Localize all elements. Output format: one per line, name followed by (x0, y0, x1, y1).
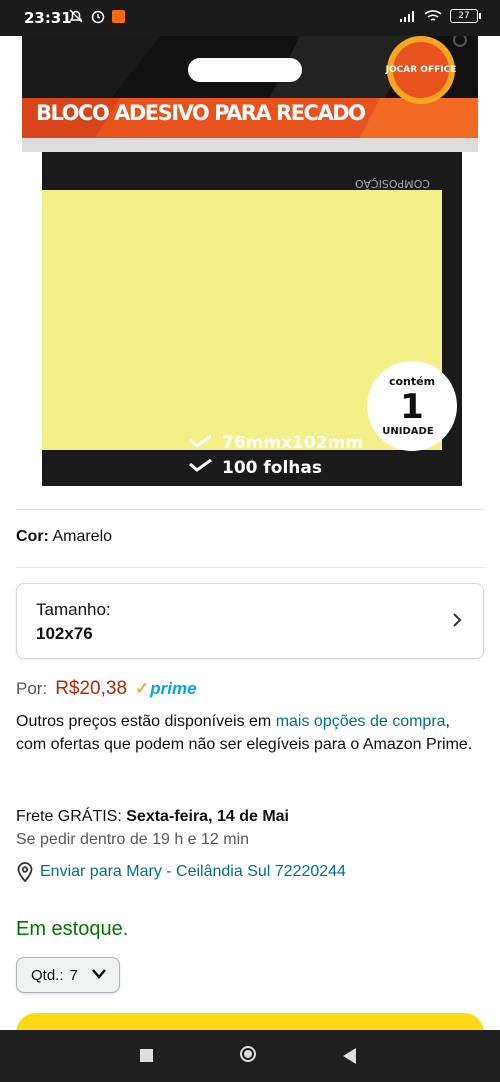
chevron-right-icon (453, 613, 462, 627)
more-buying-options-link[interactable]: mais opções de compra (276, 713, 446, 730)
size-value: 102x76 (36, 624, 93, 643)
size-selector[interactable]: Tamanho: 102x76 (16, 583, 484, 659)
color-label: Cor: (16, 528, 49, 545)
divider (16, 567, 484, 568)
delivery-date: Sexta-feira, 14 de Mai (126, 808, 289, 825)
location-pin-icon (17, 862, 33, 882)
color-row: Cor: Amarelo (16, 528, 112, 546)
price-label: Por: (16, 679, 48, 698)
brand-logo-text: JOCAR OFFICE (385, 65, 457, 75)
ship-to-link[interactable]: Enviar para Mary - Ceilândia Sul 7222024… (16, 862, 346, 882)
stock-status: Em estoque. (16, 918, 129, 940)
other-offers-text: Outros preços estão disponíveis em mais … (16, 713, 473, 753)
delivery-info: Frete GRÁTIS: Sexta-feira, 14 de Mai Se … (16, 805, 289, 851)
recents-button[interactable] (140, 1049, 153, 1062)
home-button[interactable] (240, 1046, 256, 1062)
badge-number: 1 (400, 387, 424, 427)
alarm-icon (91, 10, 105, 24)
prime-check-icon: ✓ (135, 679, 150, 698)
wifi-icon (424, 9, 442, 21)
battery-icon: 27 (450, 9, 481, 23)
divider (16, 509, 484, 510)
app-notification-icon (112, 9, 125, 23)
color-value: Amarelo (52, 528, 113, 545)
free-shipping-label: Frete GRÁTIS: (16, 808, 127, 825)
prime-badge: ✓ prime (135, 679, 197, 698)
spec-sheets: 100 folhas (222, 458, 322, 478)
notifications-off-icon (69, 9, 83, 23)
price-row: Por: R$20,38 ✓ prime (16, 678, 197, 700)
product-image[interactable]: JOCAR OFFICE BLOCO ADESIVO PARA RECADO C… (0, 36, 500, 506)
status-bar: 23:31 27 (0, 0, 500, 36)
package-title: BLOCO ADESIVO PARA RECADO (36, 101, 366, 125)
system-nav-bar (0, 1030, 500, 1082)
status-time: 23:31 (24, 9, 72, 27)
signal-icon (400, 11, 414, 22)
delivery-deadline: Se pedir dentro de 19 h e 12 min (16, 831, 250, 848)
quantity-label: Qtd.: (31, 966, 64, 984)
ship-to-text: Enviar para Mary - Ceilândia Sul 7222024… (40, 863, 346, 880)
badge-bottom: UNIDADE (382, 426, 434, 437)
chevron-down-icon (92, 969, 106, 979)
size-label: Tamanho: (36, 600, 111, 619)
quantity-select[interactable]: Qtd.: 7 (16, 957, 120, 993)
price-value: R$20,38 (55, 678, 128, 699)
composicao-text: COMPOSIÇÃO (355, 177, 430, 190)
spec-size: 76mmx102mm (222, 433, 363, 453)
back-button[interactable] (343, 1048, 356, 1064)
quantity-value: 7 (69, 966, 78, 984)
